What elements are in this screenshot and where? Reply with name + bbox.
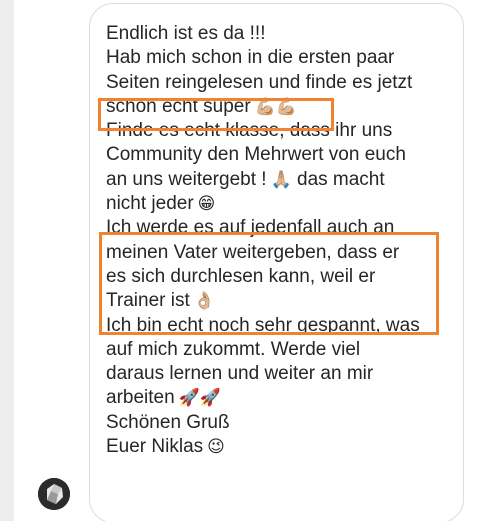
avatar-image-icon <box>38 478 70 510</box>
message-line: daraus lernen und weiter an mir <box>106 363 374 385</box>
message-line: Endlich ist es da !!! <box>106 23 266 44</box>
rocket-emoji-icon: 🚀🚀 <box>178 388 222 409</box>
message-line: Seiten reingelesen und finde es jetzt <box>106 71 413 93</box>
message-line: nicht jeder 😁 <box>106 193 216 215</box>
message-line: Community den Mehrwert von euch <box>106 144 406 166</box>
folded-hands-emoji-icon: 🙏🏼 <box>270 169 292 190</box>
message-line: Hab mich schon in die ersten paar <box>106 47 395 69</box>
sender-avatar[interactable] <box>38 478 70 510</box>
highlight-box <box>99 232 439 335</box>
grinning-face-emoji-icon: 😁 <box>197 194 216 215</box>
winking-face-emoji-icon: 😉 <box>207 437 225 458</box>
sidebar-edge <box>0 0 14 521</box>
message-line: Schönen Gruß <box>106 411 230 433</box>
highlight-box <box>98 98 334 131</box>
chat-screen: Endlich ist es da !!! Hab mich schon in … <box>0 0 498 521</box>
message-line: auf mich zukommt. Werde viel <box>106 338 361 360</box>
message-line: Euer Niklas 😉 <box>106 436 225 458</box>
message-line: an uns weitergebt ! 🙏🏼 das macht <box>106 168 385 190</box>
message-line: arbeiten 🚀🚀 <box>106 387 222 409</box>
